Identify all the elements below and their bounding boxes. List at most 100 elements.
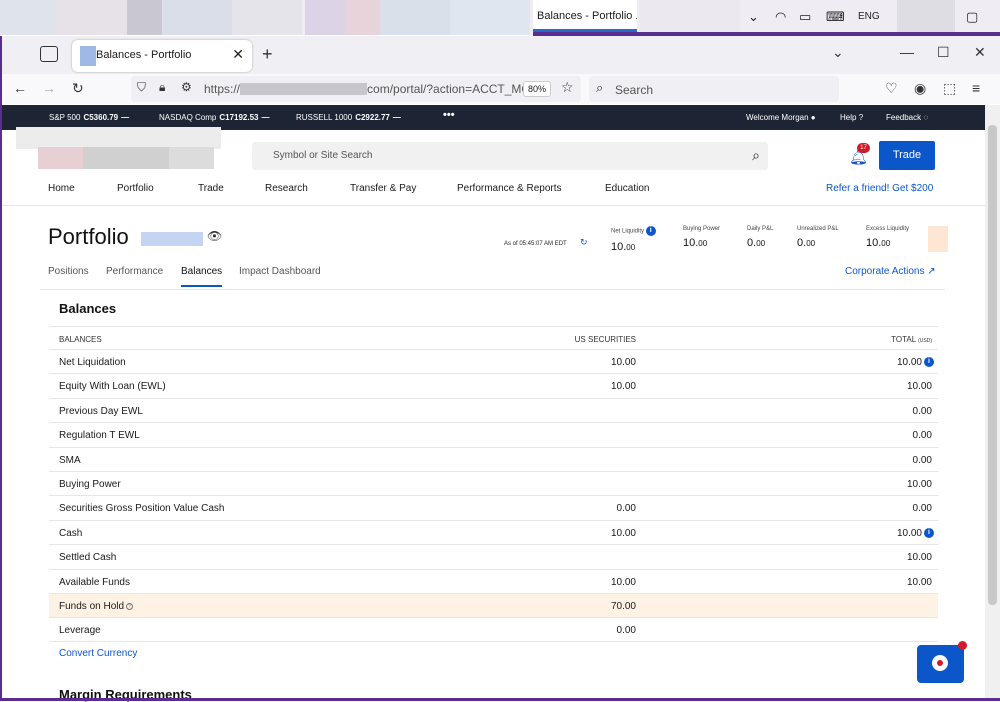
trade-button[interactable]: Trade	[879, 141, 935, 170]
help-link[interactable]: Help ?	[840, 113, 863, 122]
search-icon: ⌕	[596, 80, 604, 95]
metric-value: 0.00	[747, 237, 766, 249]
chevron-down-icon[interactable]: ⌄	[748, 9, 759, 25]
ticker-sp500[interactable]: S&P 500 C5360.79—	[49, 113, 129, 122]
convert-currency-link[interactable]: Convert Currency	[59, 648, 137, 659]
site-search-placeholder: Symbol or Site Search	[273, 150, 373, 161]
ticker-nasdaq[interactable]: NASDAQ Comp C17192.53—	[159, 113, 270, 122]
metric-value: 10.00	[683, 237, 708, 249]
row-total-value: 0.00	[912, 430, 932, 442]
eye-slash-icon[interactable]: 👁︎	[207, 229, 222, 243]
keyboard-icon[interactable]: ⌨	[826, 9, 845, 25]
nav-research[interactable]: Research	[265, 183, 308, 194]
balances-table: BALANCES US SECURITIES TOTAL (USD) Net L…	[49, 326, 938, 642]
maximize-icon[interactable]: ☐	[937, 44, 950, 61]
nav-trade[interactable]: Trade	[198, 183, 224, 194]
welcome-user[interactable]: Welcome Morgan ●	[746, 113, 816, 122]
nav-education[interactable]: Education	[605, 183, 649, 194]
row-us-value: 0.00	[616, 625, 636, 637]
nav-home[interactable]: Home	[48, 183, 75, 194]
permissions-icon[interactable]: ⚙	[181, 80, 192, 94]
notification-center-icon[interactable]: ▢	[966, 9, 978, 25]
column-header: TOTAL (USD)	[891, 335, 932, 344]
corporate-actions-link[interactable]: Corporate Actions ↗	[845, 266, 936, 277]
table-row: Net Liquidation 10.00 10.00 i	[49, 349, 938, 373]
os-active-window-tab[interactable]: Balances - Portfolio ...	[533, 0, 637, 32]
browser-tab[interactable]: Balances - Portfolio ✕	[72, 40, 252, 72]
window-close-icon[interactable]: ✕	[974, 44, 986, 61]
tab-list-icon[interactable]	[40, 46, 58, 62]
row-label: Net Liquidation	[59, 357, 126, 368]
row-total-value: 10.00 i	[897, 528, 934, 539]
row-total-value: 0.00	[912, 503, 932, 515]
close-icon[interactable]: ✕	[232, 46, 244, 63]
feedback-icon: ◌	[923, 113, 929, 122]
extensions-icon[interactable]: ⬚	[943, 80, 956, 97]
row-label: Settled Cash	[59, 552, 117, 564]
column-header: BALANCES	[59, 335, 102, 344]
info-icon[interactable]: i	[924, 357, 934, 368]
row-total-value: 0.00	[912, 405, 932, 417]
info-icon[interactable]: i	[645, 226, 656, 236]
metric-value: 10.00	[866, 237, 891, 249]
refresh-icon[interactable]: ↻	[580, 237, 588, 248]
metric-net-liquidity: Net Liquidity i 10.00	[611, 226, 656, 253]
site-search-input[interactable]: Symbol or Site Search ⌕	[252, 142, 768, 170]
logo-redacted[interactable]	[16, 127, 221, 172]
row-label: Leverage	[59, 625, 101, 637]
row-us-value: 10.00	[610, 381, 636, 393]
page-scrollbar[interactable]	[985, 105, 1000, 701]
wifi-icon[interactable]: ◠	[775, 9, 786, 25]
nav-performance-reports[interactable]: Performance & Reports	[457, 183, 562, 194]
account-redacted	[141, 232, 203, 246]
bookmark-star-icon[interactable]: ☆	[561, 79, 574, 96]
help-icon[interactable]: ?	[126, 602, 134, 610]
lock-icon[interactable]: 🔒︎	[159, 80, 165, 95]
nav-portfolio[interactable]: Portfolio	[117, 183, 154, 194]
zoom-level[interactable]: 80%	[523, 81, 551, 97]
table-row: Settled Cash 10.00	[49, 544, 938, 568]
nav-transfer-pay[interactable]: Transfer & Pay	[350, 183, 416, 194]
language-indicator[interactable]: ENG	[858, 11, 880, 22]
reload-icon[interactable]: ↻	[72, 80, 84, 97]
browser-search-input[interactable]: ⌕ Search	[589, 76, 839, 102]
scroll-thumb[interactable]	[988, 125, 997, 605]
shield-icon[interactable]: ⛉	[137, 80, 146, 95]
blurred-region	[162, 0, 232, 35]
tab-overflow-chevron-icon[interactable]: ⌄	[832, 44, 844, 61]
account-icon[interactable]: ◉	[914, 80, 926, 97]
table-row: Buying Power 10.00	[49, 470, 938, 495]
blurred-region	[450, 0, 530, 35]
new-tab-icon[interactable]: +	[262, 44, 273, 65]
blurred-region	[232, 0, 302, 35]
tab-performance[interactable]: Performance	[106, 266, 163, 285]
tab-balances[interactable]: Balances	[181, 266, 223, 287]
metric-unrealized-pnl: Unrealized P&L 0.00	[797, 226, 839, 249]
row-label: Available Funds	[59, 576, 130, 588]
minimize-icon[interactable]: —	[900, 44, 914, 60]
pocket-icon[interactable]: ♡	[885, 80, 898, 97]
window-border	[0, 36, 2, 701]
menu-icon[interactable]: ≡	[972, 80, 980, 96]
as-of-timestamp: As of 05:45:07 AM EDT	[504, 241, 567, 247]
back-icon[interactable]: ←	[13, 80, 27, 96]
info-icon[interactable]: i	[924, 528, 934, 539]
tab-impact-dashboard[interactable]: Impact Dashboard	[239, 266, 321, 285]
tab-positions[interactable]: Positions	[48, 266, 89, 285]
blurred-region	[55, 0, 130, 35]
divider	[40, 289, 945, 290]
ticker-russell[interactable]: RUSSELL 1000 C2922.77—	[296, 113, 401, 122]
address-bar[interactable]: ⛉ 🔒︎ ⚙ https://com/portal/?action=ACCT_M…	[131, 76, 581, 102]
battery-icon[interactable]: ▭	[799, 9, 811, 25]
row-total-value: 10.00	[906, 381, 932, 393]
search-icon[interactable]: ⌕	[752, 147, 760, 164]
more-tickers-button[interactable]: •••	[443, 109, 455, 121]
forward-icon[interactable]: →	[42, 80, 56, 96]
metric-toggle-panel[interactable]	[928, 226, 948, 252]
feedback-link[interactable]: Feedback ◌	[886, 113, 928, 122]
row-total-value: 10.00	[906, 478, 932, 490]
chat-button[interactable]	[917, 645, 964, 683]
blurred-region	[640, 0, 740, 35]
refer-friend-link[interactable]: Refer a friend! Get $200	[826, 183, 933, 194]
row-total-value: 0.00	[912, 454, 932, 466]
